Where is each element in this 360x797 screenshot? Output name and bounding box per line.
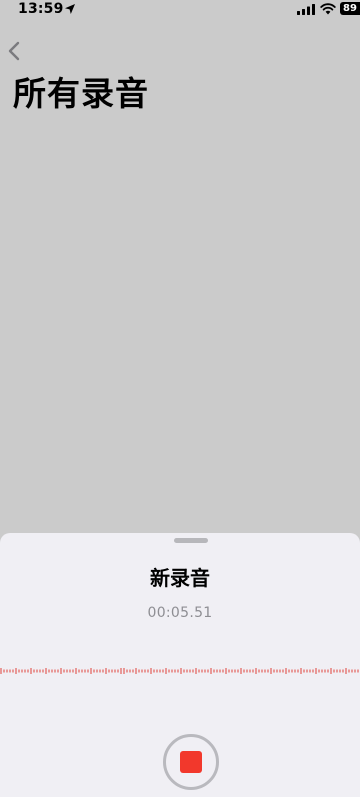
recording-title: 新录音 bbox=[150, 566, 210, 590]
recording-duration: 00:05.51 bbox=[147, 605, 213, 621]
back-button[interactable] bbox=[5, 40, 23, 62]
status-time: 13:59 bbox=[18, 1, 64, 17]
stop-recording-button[interactable] bbox=[163, 734, 219, 790]
battery-level: 89 bbox=[343, 3, 357, 14]
page-title: 所有录音 bbox=[13, 74, 149, 113]
location-arrow-icon bbox=[65, 4, 75, 14]
wifi-icon bbox=[320, 3, 336, 15]
cellular-signal-icon bbox=[297, 4, 315, 15]
recording-sheet: 新录音 00:05.51 bbox=[0, 533, 360, 797]
chevron-left-icon bbox=[8, 41, 20, 61]
status-bar: 13:59 89 bbox=[0, 0, 360, 22]
sheet-grabber[interactable] bbox=[174, 538, 208, 543]
battery-icon: 89 bbox=[340, 2, 360, 15]
stop-icon bbox=[180, 751, 202, 773]
waveform bbox=[0, 668, 359, 674]
